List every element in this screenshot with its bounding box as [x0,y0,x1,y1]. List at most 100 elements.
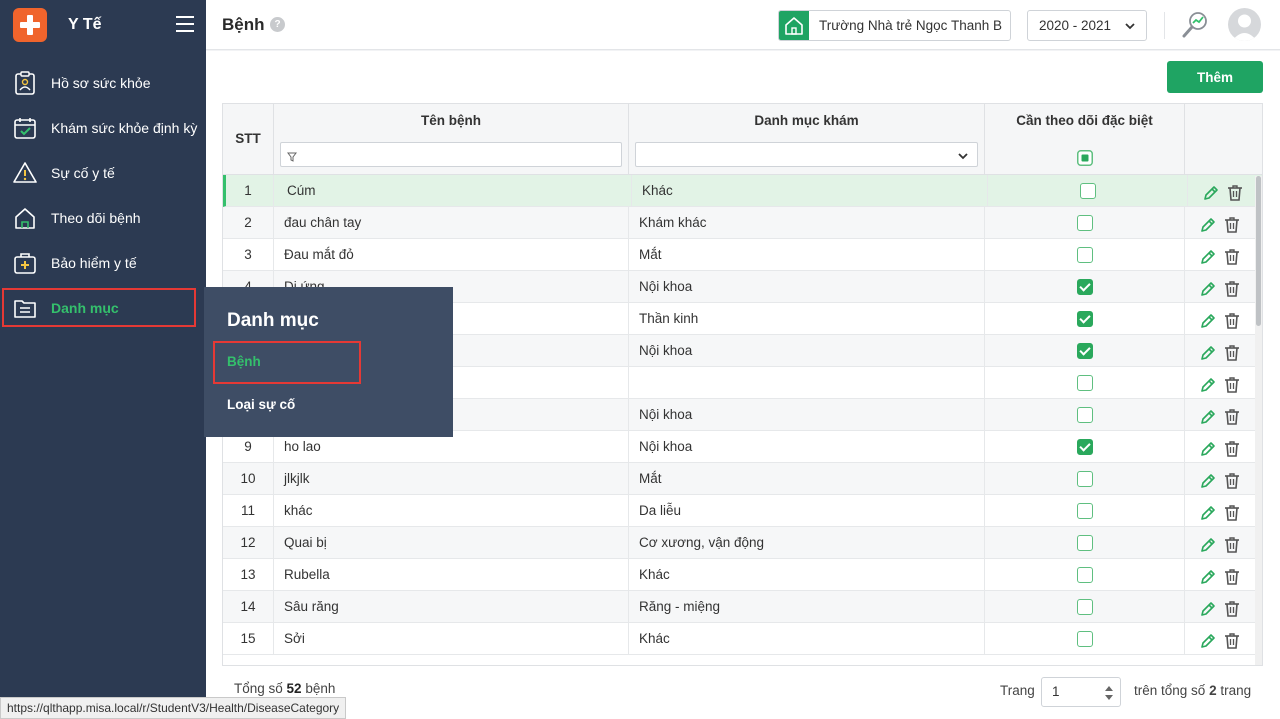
sidebar-item-label: Theo dõi bệnh [51,209,141,226]
special-tracking-checkbox[interactable] [1077,247,1093,263]
special-tracking-checkbox[interactable] [1077,343,1093,359]
delete-trash-icon[interactable] [1227,182,1243,207]
edit-pencil-icon[interactable] [1199,534,1217,559]
edit-pencil-icon[interactable] [1202,182,1220,207]
cell-disease-name: Rubella [274,559,629,591]
special-tracking-checkbox[interactable] [1077,471,1093,487]
flyout-item-incident-type[interactable]: Loại sự cố [227,397,295,412]
hamburger-menu-icon[interactable] [176,16,194,32]
delete-trash-icon[interactable] [1224,214,1240,239]
special-tracking-checkbox[interactable] [1077,567,1093,583]
edit-pencil-icon[interactable] [1199,438,1217,463]
school-year-select[interactable]: 2020 - 2021 [1027,10,1147,41]
flag-filter-checkbox[interactable] [1077,150,1093,169]
school-home-icon [779,11,809,40]
table-row[interactable]: 15 Sởi Khác [223,623,1262,655]
sidebar-item-incident[interactable]: Sự cố y tế [0,150,206,195]
delete-trash-icon[interactable] [1224,534,1240,559]
magnifier-chart-icon[interactable] [1180,10,1210,43]
delete-trash-icon[interactable] [1224,470,1240,495]
special-tracking-checkbox[interactable] [1080,183,1096,199]
total-prefix: Tổng số [234,681,283,696]
cell-flag [985,623,1185,655]
cell-flag [985,431,1185,463]
page-spinner-icon[interactable] [1104,684,1114,712]
delete-trash-icon[interactable] [1224,246,1240,271]
special-tracking-checkbox[interactable] [1077,439,1093,455]
edit-pencil-icon[interactable] [1199,342,1217,367]
edit-pencil-icon[interactable] [1199,214,1217,239]
edit-pencil-icon[interactable] [1199,566,1217,591]
special-tracking-checkbox[interactable] [1077,279,1093,295]
sidebar-item-insurance[interactable]: Bảo hiểm y tế [0,240,206,285]
delete-trash-icon[interactable] [1224,566,1240,591]
special-tracking-checkbox[interactable] [1077,599,1093,615]
delete-trash-icon[interactable] [1224,598,1240,623]
table-scrollbar[interactable] [1255,176,1262,665]
special-tracking-checkbox[interactable] [1077,503,1093,519]
page-total: trên tổng số 2 trang [1134,683,1251,698]
edit-pencil-icon[interactable] [1199,470,1217,495]
cell-flag [985,271,1185,303]
help-icon[interactable]: ? [270,17,285,32]
table-row[interactable]: 13 Rubella Khác [223,559,1262,591]
cell-stt: 3 [223,239,274,271]
special-tracking-checkbox[interactable] [1077,215,1093,231]
table-row[interactable]: 2 đau chân tay Khám khác [223,207,1262,239]
special-tracking-checkbox[interactable] [1077,375,1093,391]
cell-disease-name: Sâu răng [274,591,629,623]
table-row[interactable]: 1 Cúm Khác [223,175,1262,207]
app-title: Y Tế [68,16,102,33]
table-row[interactable]: 3 Đau mắt đỏ Mắt [223,239,1262,271]
table-row[interactable]: 12 Quai bị Cơ xương, vận động [223,527,1262,559]
table-row[interactable]: 14 Sâu răng Răng - miệng [223,591,1262,623]
edit-pencil-icon[interactable] [1199,278,1217,303]
user-avatar[interactable] [1228,8,1261,41]
cell-category: Nội khoa [629,271,985,303]
delete-trash-icon[interactable] [1224,438,1240,463]
page-number-input[interactable]: 1 [1041,677,1121,707]
delete-trash-icon[interactable] [1224,374,1240,399]
sidebar-item-disease-tracking[interactable]: Theo dõi bệnh [0,195,206,240]
sidebar-item-periodic-exam[interactable]: Khám sức khỏe định kỳ [0,105,206,150]
cell-stt: 10 [223,463,274,495]
disease-highlight-box [213,341,361,384]
edit-pencil-icon[interactable] [1199,374,1217,399]
add-button[interactable]: Thêm [1167,61,1263,93]
cell-category: Khác [629,623,985,655]
delete-trash-icon[interactable] [1224,342,1240,367]
edit-pencil-icon[interactable] [1199,598,1217,623]
table-row[interactable]: 11 khác Da liễu [223,495,1262,527]
category-filter-select[interactable] [635,142,978,167]
table-header: STT Tên bệnh Danh mục khám Cần theo dõi … [223,104,1262,175]
edit-pencil-icon[interactable] [1199,246,1217,271]
cell-actions [1185,335,1262,367]
column-stt: STT [223,104,274,174]
cell-category: Nội khoa [629,431,985,463]
edit-pencil-icon[interactable] [1199,502,1217,527]
delete-trash-icon[interactable] [1224,502,1240,527]
cell-stt: 2 [223,207,274,239]
name-filter-input[interactable] [280,142,622,167]
column-flag: Cần theo dõi đặc biệt [985,104,1185,174]
table-row[interactable]: 10 jlkjlk Mắt [223,463,1262,495]
edit-pencil-icon[interactable] [1199,630,1217,655]
delete-trash-icon[interactable] [1224,406,1240,431]
cell-disease-name: Quai bị [274,527,629,559]
special-tracking-checkbox[interactable] [1077,311,1093,327]
special-tracking-checkbox[interactable] [1077,407,1093,423]
edit-pencil-icon[interactable] [1199,406,1217,431]
health-record-icon [13,70,37,95]
cell-actions [1185,431,1262,463]
cell-actions [1185,559,1262,591]
sidebar-item-health-record[interactable]: Hồ sơ sức khỏe [0,60,206,105]
school-selector[interactable]: Trường Nhà trẻ Ngọc Thanh B [778,10,1011,41]
special-tracking-checkbox[interactable] [1077,535,1093,551]
edit-pencil-icon[interactable] [1199,310,1217,335]
delete-trash-icon[interactable] [1224,630,1240,655]
cell-flag [985,335,1185,367]
special-tracking-checkbox[interactable] [1077,631,1093,647]
delete-trash-icon[interactable] [1224,310,1240,335]
scrollbar-thumb[interactable] [1256,176,1261,326]
delete-trash-icon[interactable] [1224,278,1240,303]
